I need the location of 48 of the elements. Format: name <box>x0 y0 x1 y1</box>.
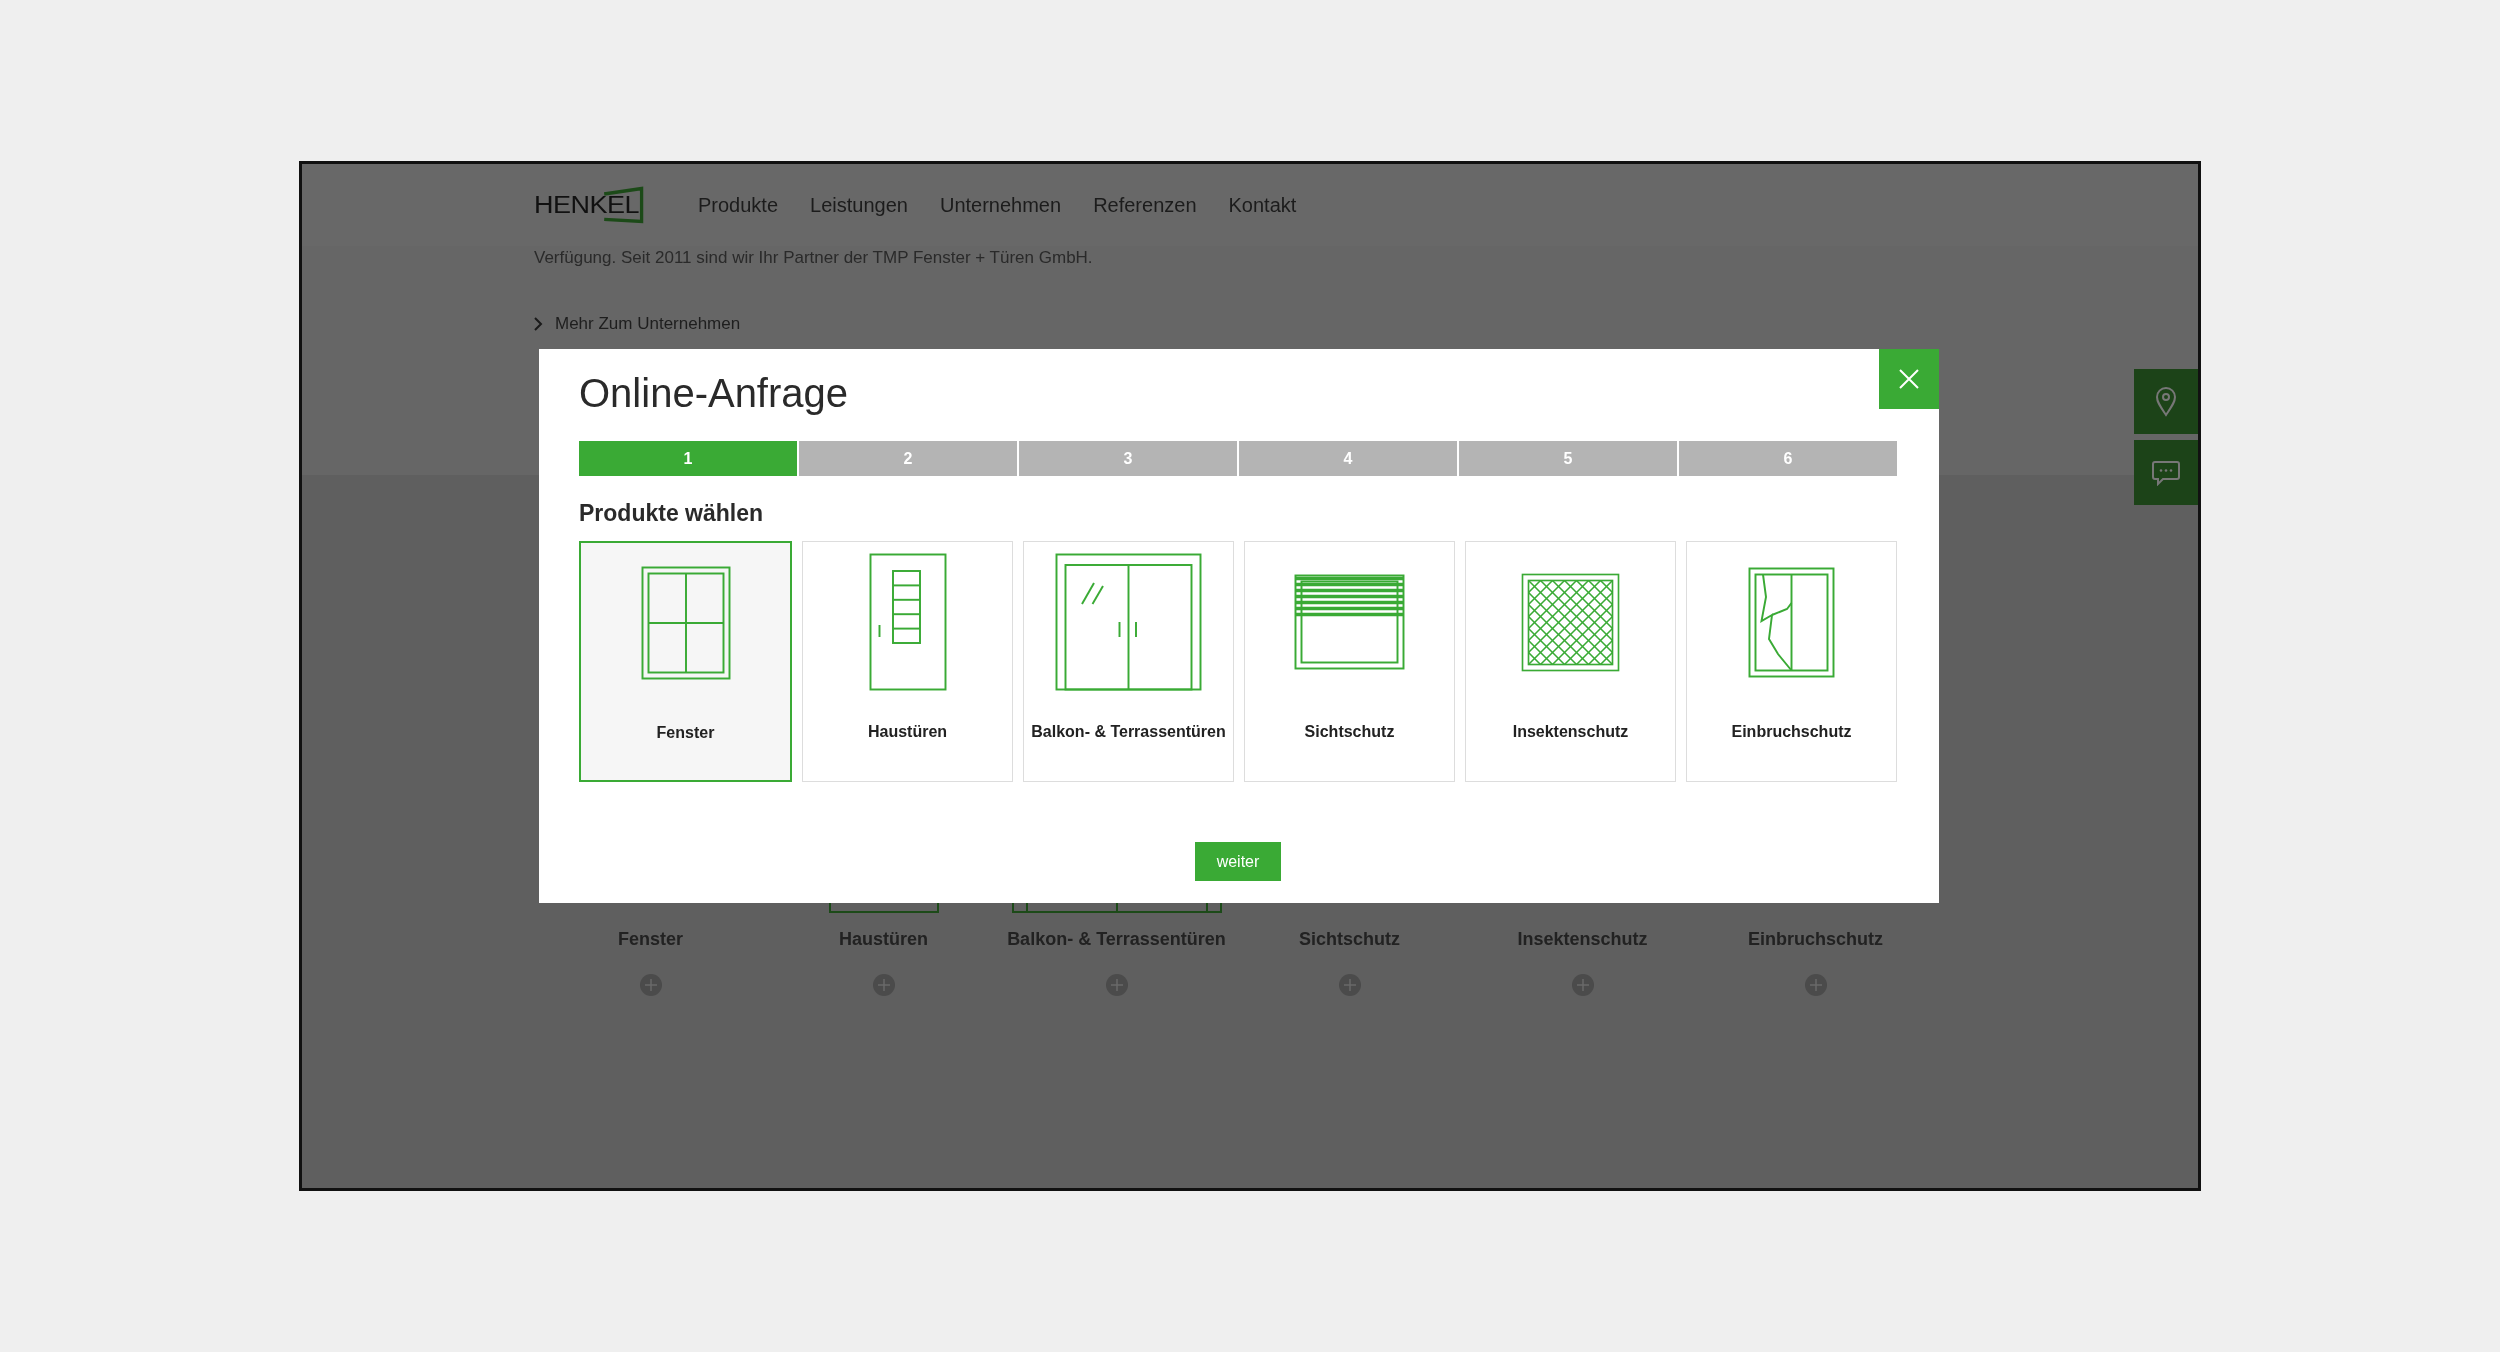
logo[interactable]: HENKEL <box>534 183 654 227</box>
product-label: Sichtschutz <box>1299 929 1400 950</box>
nav-link[interactable]: Referenzen <box>1093 193 1197 217</box>
product-label: Fenster <box>618 929 683 950</box>
next-button[interactable]: weiter <box>1195 842 1281 881</box>
product-option[interactable]: Einbruchschutz <box>1686 541 1897 782</box>
step-tab[interactable]: 5 <box>1459 441 1677 476</box>
product-label: Insektenschutz <box>1517 929 1648 950</box>
step-tab[interactable]: 3 <box>1019 441 1237 476</box>
plus-icon[interactable] <box>872 974 895 996</box>
sliding-door-icon <box>1055 553 1202 692</box>
nav-link[interactable]: Produkte <box>698 193 779 217</box>
product-option[interactable]: Haustüren <box>802 541 1013 782</box>
step-tab[interactable]: 4 <box>1239 441 1457 476</box>
location-button[interactable] <box>2134 369 2198 434</box>
plus-icon[interactable] <box>1338 974 1361 996</box>
chevron-icon <box>534 317 543 331</box>
intro-text: Verfügung. Seit 2011 sind wir Ihr Partner der TMP Fenster + Türen GmbH. <box>534 247 1094 268</box>
nav-link[interactable]: Kontakt <box>1228 193 1297 217</box>
broken-window-icon <box>1748 566 1835 678</box>
more-link[interactable]: Mehr Zum Unternehmen <box>534 314 741 334</box>
close-icon <box>1899 369 1919 389</box>
step-tab[interactable]: 6 <box>1679 441 1897 476</box>
chat-icon <box>2152 459 2180 486</box>
product-label: Haustüren <box>839 929 928 950</box>
nav-link[interactable]: Unternehmen <box>939 193 1062 217</box>
mesh-screen-icon <box>1521 572 1620 672</box>
product-option[interactable]: Balkon- & Terrassentüren <box>1023 541 1234 782</box>
close-button[interactable] <box>1879 349 1939 409</box>
product-label: Balkon- & Terrassentüren <box>1007 929 1226 950</box>
step-tab[interactable]: 2 <box>799 441 1017 476</box>
plus-icon[interactable] <box>1105 974 1128 996</box>
section-title: Produkte wählen <box>579 500 765 527</box>
door-icon <box>868 553 947 692</box>
product-label: Einbruchschutz <box>1748 929 1883 950</box>
nav-link[interactable]: Leistungen <box>810 193 908 217</box>
step-tab[interactable]: 1 <box>579 441 797 476</box>
modal-title: Online-Anfrage <box>579 370 850 417</box>
product-option[interactable]: Sichtschutz <box>1244 541 1455 782</box>
map-pin-icon <box>2155 386 2177 417</box>
chat-button[interactable] <box>2134 440 2198 505</box>
plus-icon[interactable] <box>1804 974 1827 996</box>
plus-icon[interactable] <box>639 974 662 996</box>
window-icon <box>640 566 731 681</box>
product-option[interactable]: Insektenschutz <box>1465 541 1676 782</box>
product-option[interactable]: Fenster <box>579 541 792 782</box>
roller-blind-icon <box>1294 574 1405 671</box>
plus-icon[interactable] <box>1571 974 1594 996</box>
